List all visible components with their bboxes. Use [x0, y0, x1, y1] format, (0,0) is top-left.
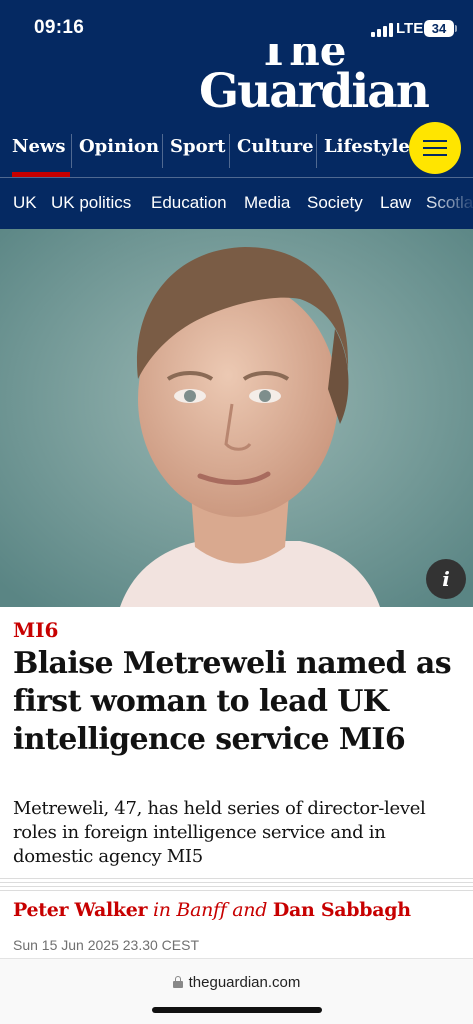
network-label: LTE [396, 20, 424, 37]
hero-image [0, 229, 473, 607]
headline-line: intelligence service MI6 [13, 722, 406, 757]
pillar-opinion[interactable]: Opinion [79, 128, 159, 178]
article-standfirst: Metreweli, 47, has held series of direct… [13, 797, 463, 869]
signal-icon [371, 23, 393, 37]
pillar-divider [162, 134, 163, 168]
author-link[interactable]: Dan Sabbagh [273, 899, 411, 921]
menu-button[interactable] [409, 122, 461, 174]
logo-guardian[interactable]: Guardian [199, 64, 430, 120]
portrait-illustration [0, 229, 473, 607]
home-indicator[interactable] [152, 1007, 322, 1013]
pillar-nav: News Opinion Sport Culture Lifestyle [0, 128, 473, 178]
lock-icon [172, 976, 183, 988]
byline: Peter Walker in Banff and Dan Sabbagh [13, 897, 411, 923]
pillar-divider [229, 134, 230, 168]
battery-cap [455, 25, 457, 32]
headline-line: Blaise Metreweli named as [13, 646, 452, 681]
subnav-item-uk-politics[interactable]: UK politics [51, 193, 131, 213]
browser-url-bar[interactable]: theguardian.com [0, 958, 473, 1024]
article-headline: Blaise Metreweli named as first woman to… [13, 645, 463, 759]
subnav-item-law[interactable]: Law [380, 193, 411, 213]
url-text: theguardian.com [188, 974, 301, 991]
headline-line: first woman to lead UK [13, 684, 389, 719]
pillar-sport[interactable]: Sport [170, 128, 225, 178]
pillar-divider [316, 134, 317, 168]
standfirst-line: Metreweli, 47, has held series of direct… [13, 798, 426, 819]
byline-conjunction: and [226, 899, 273, 921]
sub-nav: UK UK politics Education Media Society L… [0, 178, 473, 229]
publish-date: Sun 15 Jun 2025 23.30 CEST [13, 937, 200, 953]
pillar-culture[interactable]: Culture [237, 128, 314, 178]
byline-location: in Banff [147, 899, 227, 921]
battery-icon: 34 [424, 20, 454, 37]
subnav-item-media[interactable]: Media [244, 193, 290, 213]
subnav-item-education[interactable]: Education [151, 193, 227, 213]
pillar-news[interactable]: News [12, 128, 66, 178]
pillar-lifestyle[interactable]: Lifestyle [324, 128, 410, 178]
pillar-divider [71, 134, 72, 168]
subnav-item-scotland[interactable]: Scotland [426, 193, 473, 213]
standfirst-line: domestic agency MI5 [13, 846, 203, 867]
url-display[interactable]: theguardian.com [0, 974, 473, 991]
standfirst-line: roles in foreign intelligence service an… [13, 822, 386, 843]
status-time: 09:16 [34, 17, 85, 38]
subnav-item-uk[interactable]: UK [13, 193, 37, 213]
status-bar: 09:16 LTE 34 [0, 0, 473, 56]
subnav-item-society[interactable]: Society [307, 193, 363, 213]
author-link[interactable]: Peter Walker [13, 899, 148, 921]
article-kicker[interactable]: MI6 [13, 617, 58, 643]
section-rules [0, 878, 473, 891]
image-info-button[interactable]: i [426, 559, 466, 599]
